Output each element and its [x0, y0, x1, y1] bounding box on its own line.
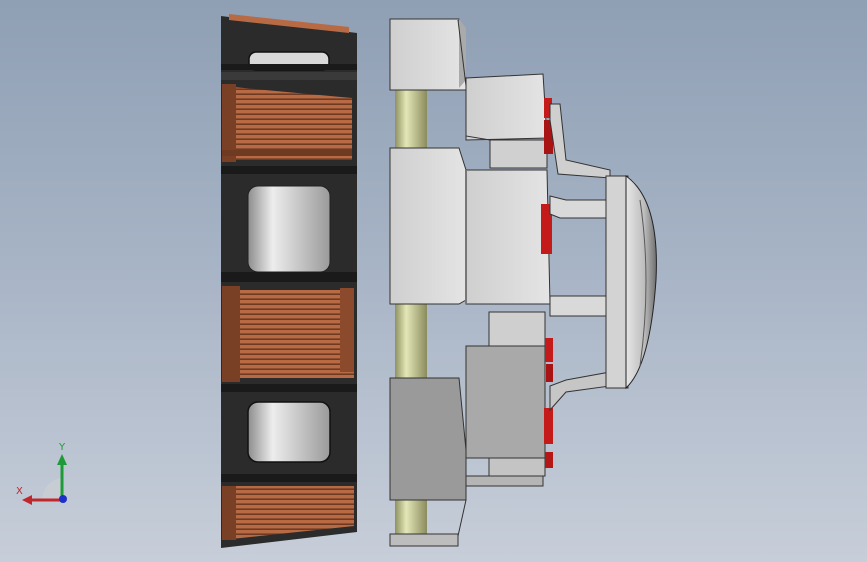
support-arms: [549, 103, 611, 412]
stator-core[interactable]: [221, 14, 357, 548]
end-cap-dome[interactable]: [605, 175, 657, 390]
z-axis-dot: [59, 495, 67, 503]
orientation-triad[interactable]: Y X: [14, 440, 74, 510]
y-axis-label: Y: [59, 442, 66, 453]
cad-model[interactable]: [0, 0, 867, 562]
x-axis-label: X: [16, 486, 23, 497]
3d-viewport[interactable]: Y X: [0, 0, 867, 562]
middle-winding: [222, 286, 354, 382]
